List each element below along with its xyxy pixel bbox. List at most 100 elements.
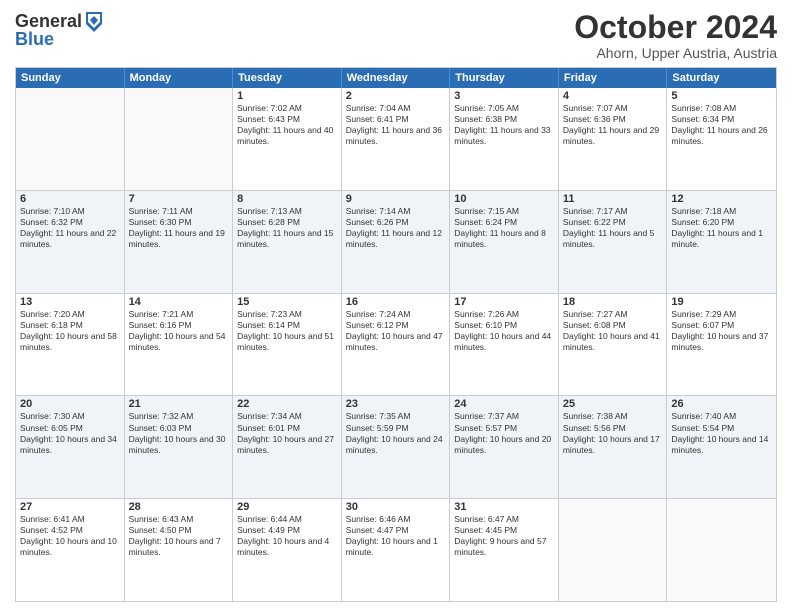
cell-info: Sunrise: 7:37 AM Sunset: 5:57 PM Dayligh…	[454, 411, 554, 455]
cal-cell-1-5: 3Sunrise: 7:05 AM Sunset: 6:38 PM Daylig…	[450, 88, 559, 190]
cell-info: Sunrise: 7:40 AM Sunset: 5:54 PM Dayligh…	[671, 411, 772, 455]
cal-cell-1-7: 5Sunrise: 7:08 AM Sunset: 6:34 PM Daylig…	[667, 88, 776, 190]
calendar-week-3: 13Sunrise: 7:20 AM Sunset: 6:18 PM Dayli…	[16, 293, 776, 396]
day-number: 31	[454, 501, 554, 513]
day-number: 8	[237, 193, 337, 205]
cell-info: Sunrise: 7:08 AM Sunset: 6:34 PM Dayligh…	[671, 103, 772, 147]
day-number: 27	[20, 501, 120, 513]
day-number: 2	[346, 90, 446, 102]
cal-cell-1-3: 1Sunrise: 7:02 AM Sunset: 6:43 PM Daylig…	[233, 88, 342, 190]
logo: General Blue	[15, 10, 104, 50]
cal-cell-5-4: 30Sunrise: 6:46 AM Sunset: 4:47 PM Dayli…	[342, 499, 451, 601]
cell-info: Sunrise: 7:02 AM Sunset: 6:43 PM Dayligh…	[237, 103, 337, 147]
day-number: 4	[563, 90, 663, 102]
cal-cell-4-6: 25Sunrise: 7:38 AM Sunset: 5:56 PM Dayli…	[559, 396, 668, 498]
cal-cell-2-4: 9Sunrise: 7:14 AM Sunset: 6:26 PM Daylig…	[342, 191, 451, 293]
day-number: 22	[237, 398, 337, 410]
cell-info: Sunrise: 7:32 AM Sunset: 6:03 PM Dayligh…	[129, 411, 229, 455]
cell-info: Sunrise: 6:46 AM Sunset: 4:47 PM Dayligh…	[346, 514, 446, 558]
cell-info: Sunrise: 6:47 AM Sunset: 4:45 PM Dayligh…	[454, 514, 554, 558]
day-number: 28	[129, 501, 229, 513]
cal-cell-1-1	[16, 88, 125, 190]
logo-icon	[84, 10, 104, 34]
calendar-week-5: 27Sunrise: 6:41 AM Sunset: 4:52 PM Dayli…	[16, 498, 776, 601]
cell-info: Sunrise: 7:20 AM Sunset: 6:18 PM Dayligh…	[20, 309, 120, 353]
cell-info: Sunrise: 7:23 AM Sunset: 6:14 PM Dayligh…	[237, 309, 337, 353]
cal-cell-2-2: 7Sunrise: 7:11 AM Sunset: 6:30 PM Daylig…	[125, 191, 234, 293]
day-number: 25	[563, 398, 663, 410]
day-number: 5	[671, 90, 772, 102]
cal-cell-4-7: 26Sunrise: 7:40 AM Sunset: 5:54 PM Dayli…	[667, 396, 776, 498]
calendar-body: 1Sunrise: 7:02 AM Sunset: 6:43 PM Daylig…	[16, 88, 776, 601]
logo-blue: Blue	[15, 30, 54, 50]
day-number: 12	[671, 193, 772, 205]
cell-info: Sunrise: 6:41 AM Sunset: 4:52 PM Dayligh…	[20, 514, 120, 558]
header-monday: Monday	[125, 68, 234, 88]
title-block: October 2024 Ahorn, Upper Austria, Austr…	[574, 10, 777, 61]
cal-cell-4-4: 23Sunrise: 7:35 AM Sunset: 5:59 PM Dayli…	[342, 396, 451, 498]
header-friday: Friday	[559, 68, 668, 88]
cell-info: Sunrise: 7:38 AM Sunset: 5:56 PM Dayligh…	[563, 411, 663, 455]
day-number: 24	[454, 398, 554, 410]
cell-info: Sunrise: 7:35 AM Sunset: 5:59 PM Dayligh…	[346, 411, 446, 455]
cal-cell-1-4: 2Sunrise: 7:04 AM Sunset: 6:41 PM Daylig…	[342, 88, 451, 190]
cell-info: Sunrise: 7:30 AM Sunset: 6:05 PM Dayligh…	[20, 411, 120, 455]
cell-info: Sunrise: 7:21 AM Sunset: 6:16 PM Dayligh…	[129, 309, 229, 353]
day-number: 13	[20, 296, 120, 308]
cal-cell-4-3: 22Sunrise: 7:34 AM Sunset: 6:01 PM Dayli…	[233, 396, 342, 498]
header-saturday: Saturday	[667, 68, 776, 88]
day-number: 19	[671, 296, 772, 308]
cell-info: Sunrise: 7:27 AM Sunset: 6:08 PM Dayligh…	[563, 309, 663, 353]
header: General Blue October 2024 Ahorn, Upper A…	[15, 10, 777, 61]
cal-cell-5-7	[667, 499, 776, 601]
cell-info: Sunrise: 7:13 AM Sunset: 6:28 PM Dayligh…	[237, 206, 337, 250]
cal-cell-2-7: 12Sunrise: 7:18 AM Sunset: 6:20 PM Dayli…	[667, 191, 776, 293]
cell-info: Sunrise: 6:44 AM Sunset: 4:49 PM Dayligh…	[237, 514, 337, 558]
cal-cell-2-6: 11Sunrise: 7:17 AM Sunset: 6:22 PM Dayli…	[559, 191, 668, 293]
day-number: 11	[563, 193, 663, 205]
cell-info: Sunrise: 7:05 AM Sunset: 6:38 PM Dayligh…	[454, 103, 554, 147]
day-number: 17	[454, 296, 554, 308]
cal-cell-4-5: 24Sunrise: 7:37 AM Sunset: 5:57 PM Dayli…	[450, 396, 559, 498]
cell-info: Sunrise: 7:04 AM Sunset: 6:41 PM Dayligh…	[346, 103, 446, 147]
cell-info: Sunrise: 7:11 AM Sunset: 6:30 PM Dayligh…	[129, 206, 229, 250]
day-number: 29	[237, 501, 337, 513]
calendar-week-4: 20Sunrise: 7:30 AM Sunset: 6:05 PM Dayli…	[16, 395, 776, 498]
day-number: 26	[671, 398, 772, 410]
header-thursday: Thursday	[450, 68, 559, 88]
cal-cell-1-2	[125, 88, 234, 190]
day-number: 1	[237, 90, 337, 102]
cal-cell-1-6: 4Sunrise: 7:07 AM Sunset: 6:36 PM Daylig…	[559, 88, 668, 190]
day-number: 21	[129, 398, 229, 410]
cal-cell-4-1: 20Sunrise: 7:30 AM Sunset: 6:05 PM Dayli…	[16, 396, 125, 498]
day-number: 7	[129, 193, 229, 205]
cell-info: Sunrise: 7:10 AM Sunset: 6:32 PM Dayligh…	[20, 206, 120, 250]
cell-info: Sunrise: 7:17 AM Sunset: 6:22 PM Dayligh…	[563, 206, 663, 250]
calendar-header: Sunday Monday Tuesday Wednesday Thursday…	[16, 68, 776, 88]
day-number: 15	[237, 296, 337, 308]
header-wednesday: Wednesday	[342, 68, 451, 88]
day-number: 9	[346, 193, 446, 205]
cal-cell-5-6	[559, 499, 668, 601]
cal-cell-3-3: 15Sunrise: 7:23 AM Sunset: 6:14 PM Dayli…	[233, 294, 342, 396]
cal-cell-5-1: 27Sunrise: 6:41 AM Sunset: 4:52 PM Dayli…	[16, 499, 125, 601]
cal-cell-4-2: 21Sunrise: 7:32 AM Sunset: 6:03 PM Dayli…	[125, 396, 234, 498]
cal-cell-3-7: 19Sunrise: 7:29 AM Sunset: 6:07 PM Dayli…	[667, 294, 776, 396]
cell-info: Sunrise: 7:29 AM Sunset: 6:07 PM Dayligh…	[671, 309, 772, 353]
cal-cell-3-5: 17Sunrise: 7:26 AM Sunset: 6:10 PM Dayli…	[450, 294, 559, 396]
cal-cell-3-2: 14Sunrise: 7:21 AM Sunset: 6:16 PM Dayli…	[125, 294, 234, 396]
calendar-week-1: 1Sunrise: 7:02 AM Sunset: 6:43 PM Daylig…	[16, 88, 776, 190]
cal-cell-2-3: 8Sunrise: 7:13 AM Sunset: 6:28 PM Daylig…	[233, 191, 342, 293]
cal-cell-2-5: 10Sunrise: 7:15 AM Sunset: 6:24 PM Dayli…	[450, 191, 559, 293]
day-number: 23	[346, 398, 446, 410]
location-title: Ahorn, Upper Austria, Austria	[574, 45, 777, 61]
cell-info: Sunrise: 7:24 AM Sunset: 6:12 PM Dayligh…	[346, 309, 446, 353]
cal-cell-5-5: 31Sunrise: 6:47 AM Sunset: 4:45 PM Dayli…	[450, 499, 559, 601]
cell-info: Sunrise: 7:07 AM Sunset: 6:36 PM Dayligh…	[563, 103, 663, 147]
day-number: 3	[454, 90, 554, 102]
day-number: 16	[346, 296, 446, 308]
cal-cell-2-1: 6Sunrise: 7:10 AM Sunset: 6:32 PM Daylig…	[16, 191, 125, 293]
calendar: Sunday Monday Tuesday Wednesday Thursday…	[15, 67, 777, 602]
cal-cell-3-6: 18Sunrise: 7:27 AM Sunset: 6:08 PM Dayli…	[559, 294, 668, 396]
cal-cell-3-4: 16Sunrise: 7:24 AM Sunset: 6:12 PM Dayli…	[342, 294, 451, 396]
